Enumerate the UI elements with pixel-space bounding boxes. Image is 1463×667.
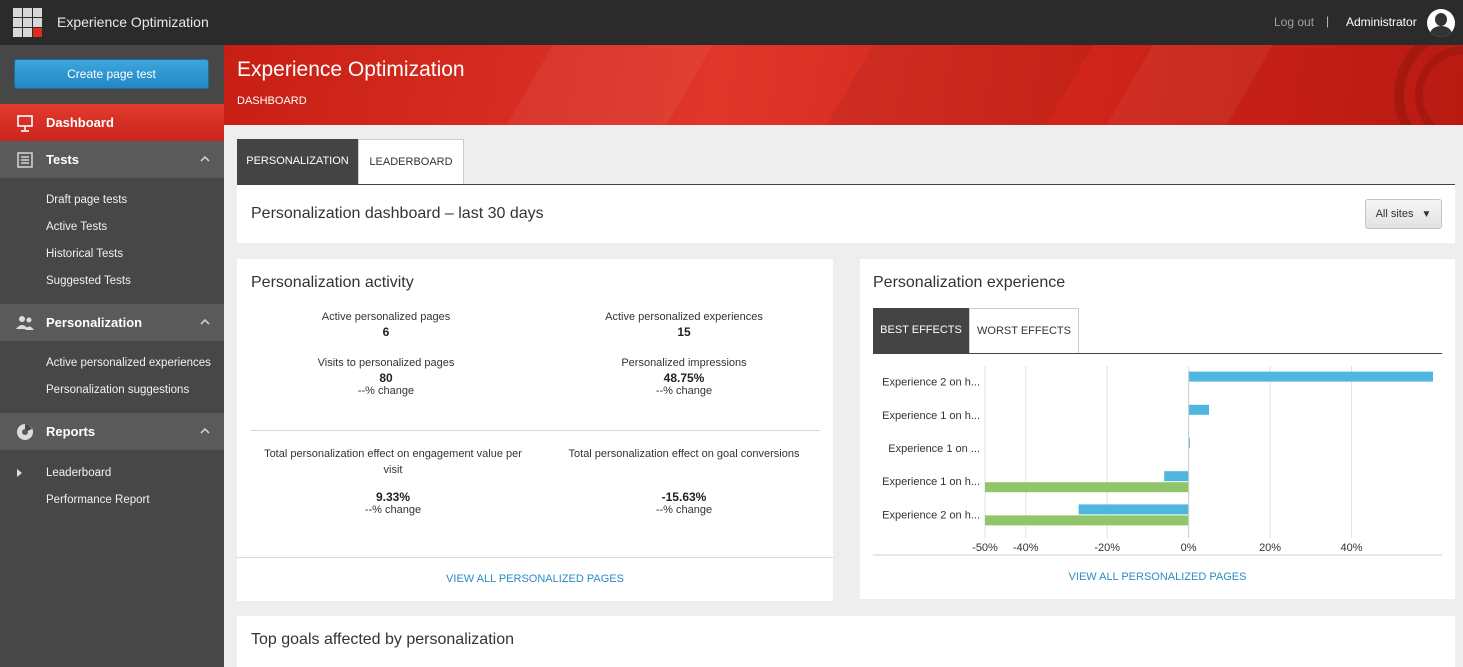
app-name: Experience Optimization [57,14,209,30]
metric-change: --% change [655,504,713,516]
metric-value: 80 [379,371,393,385]
effects-bar-chart: -50% -40% -20% 0% 20% 40% Experience 2 on h...… [873,366,1442,556]
chevron-up-icon[interactable] [200,426,210,436]
bar [985,482,1189,493]
avatar[interactable] [1427,9,1455,37]
category-label: Experience 2 on h... [882,377,980,389]
tab-personalization[interactable]: PERSONALIZATION [237,139,358,185]
sidebar-section-tests[interactable]: Tests [0,141,224,178]
expand-arrow-icon[interactable] [17,469,22,477]
app-grid-icon[interactable] [13,8,43,37]
dashboard-title: Personalization dashboard – last 30 days [251,205,544,222]
metric-impressions: Personalized impressions 48.75% --% chan… [549,355,819,397]
metric-visits: Visits to personalized pages 80 --% chan… [251,355,521,397]
metric-label: Total personalization effect on goal con… [568,448,800,460]
chart-icon [17,424,33,440]
divider [251,430,820,431]
category-label: Experience 1 on h... [882,476,980,488]
x-tick-label: -20% [1094,542,1120,554]
metric-value: 48.75% [663,371,705,385]
separator: | [1326,14,1330,28]
breadcrumb[interactable]: DASHBOARD [237,95,307,107]
experience-title: Personalization experience [873,274,1066,291]
x-tick-label: 0% [1181,542,1197,554]
sidebar-item-performance-report[interactable]: Performance Report [46,494,150,506]
activity-title: Personalization activity [251,274,414,291]
user-name[interactable]: Administrator [1346,15,1417,29]
page-header: Experience Optimization DASHBOARD [224,45,1463,125]
bar [985,515,1189,526]
metric-active-experiences: Active personalized experiences 15 [549,309,819,339]
sidebar-item-active-personalized-experiences[interactable]: Active personalized experiences [46,357,211,369]
site-filter-dropdown[interactable]: All sites ▼ [1365,199,1442,229]
metric-change: --% change [655,385,713,397]
top-goals-title: Top goals affected by personalization [251,631,514,648]
metric-active-pages: Active personalized pages 6 [251,309,521,339]
bar [1164,471,1189,482]
category-label: Experience 1 on ... [888,443,980,455]
metric-change: --% change [357,385,415,397]
sidebar-item-label: Dashboard [46,115,114,130]
bar [1188,404,1209,415]
sidebar-item-dashboard[interactable]: Dashboard [0,104,224,141]
sidebar-section-label: Personalization [46,315,143,330]
metric-label: Personalized impressions [621,357,747,369]
x-tick-label: 20% [1259,542,1281,554]
metric-label: Active personalized pages [321,311,451,323]
users-icon [16,316,34,330]
sidebar-item-draft-page-tests[interactable]: Draft page tests [46,194,127,206]
chevron-up-icon[interactable] [200,154,210,164]
x-tick-label: -40% [1013,542,1039,554]
top-bar: Experience Optimization Log out | Admini… [0,0,1463,45]
metric-value: -15.63% [661,490,707,504]
x-tick-label: -50% [972,542,998,554]
sidebar-item-leaderboard[interactable]: Leaderboard [46,467,111,479]
category-label: Experience 1 on h... [882,410,980,422]
bar [1188,371,1433,382]
metric-label: Visits to personalized pages [317,357,455,369]
tab-worst-effects[interactable]: WORST EFFECTS [969,308,1079,354]
tab-leaderboard[interactable]: LEADERBOARD [358,139,464,185]
list-icon [17,152,33,168]
metric-engagement-effect: Total personalization effect on engageme… [258,446,528,516]
site-filter-value: All sites [1375,208,1414,220]
create-page-test-button[interactable]: Create page test [14,59,209,89]
page-title: Experience Optimization [237,58,465,81]
view-all-personalized-pages-link[interactable]: VIEW ALL PERSONALIZED PAGES [237,573,833,585]
sidebar-section-reports[interactable]: Reports [0,413,224,450]
tab-best-effects[interactable]: BEST EFFECTS [873,308,969,354]
metric-label: Total personalization effect on engageme… [264,448,522,476]
metric-change: --% change [364,504,422,516]
sidebar-section-label: Reports [46,424,96,439]
sidebar-section-label: Tests [46,152,79,167]
chevron-up-icon[interactable] [200,317,210,327]
presentation-icon [17,115,33,132]
sidebar-section-personalization[interactable]: Personalization [0,304,224,341]
sidebar-item-historical-tests[interactable]: Historical Tests [46,248,123,260]
metric-value: 6 [382,325,390,339]
metric-value: 9.33% [375,490,411,504]
sidebar-item-active-tests[interactable]: Active Tests [46,221,107,233]
category-label: Experience 2 on h... [882,509,980,521]
sidebar: Create page test Dashboard Tests Draft p… [0,45,224,667]
bar [1078,504,1189,515]
x-tick-label: 40% [1341,542,1363,554]
divider [237,557,833,558]
sidebar-item-suggested-tests[interactable]: Suggested Tests [46,275,131,287]
metric-goal-effect: Total personalization effect on goal con… [549,446,819,516]
logout-link[interactable]: Log out [1274,15,1314,29]
metric-value: 15 [677,325,691,339]
tab-divider [873,353,1442,354]
sidebar-item-personalization-suggestions[interactable]: Personalization suggestions [46,384,189,396]
caret-down-icon: ▼ [1421,209,1432,220]
decorative-swirl [1394,45,1463,125]
metric-label: Active personalized experiences [605,311,763,323]
view-all-personalized-pages-link[interactable]: VIEW ALL PERSONALIZED PAGES [860,571,1455,583]
